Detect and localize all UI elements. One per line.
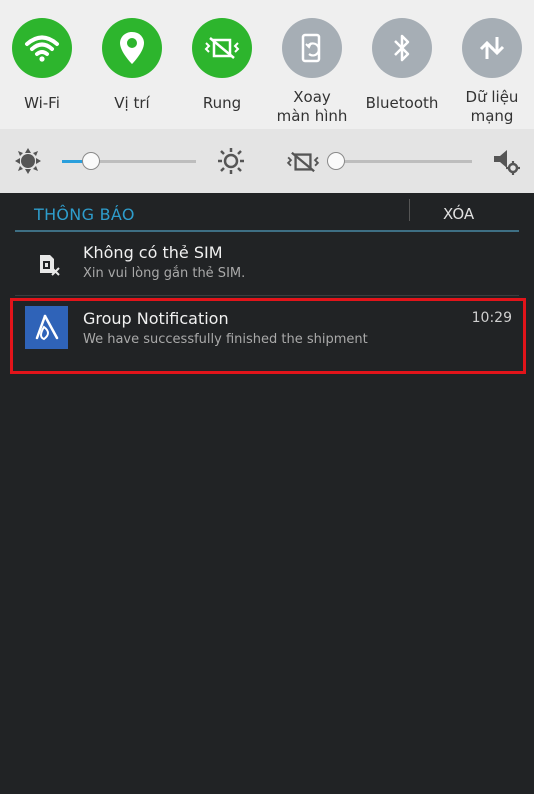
volume-slider-track[interactable]	[334, 160, 472, 163]
notification-subtitle: Xin vui lòng gắn thẻ SIM.	[83, 266, 246, 281]
highlight-box	[10, 298, 526, 374]
no-sim-icon	[40, 255, 60, 276]
vibrate-icon	[204, 37, 240, 59]
notification-title: Không có thẻ SIM	[83, 243, 223, 262]
vibrate-label: Rung	[202, 94, 242, 112]
location-toggle[interactable]: Vị trí	[87, 18, 177, 113]
vibrate-tile-circle	[192, 18, 252, 78]
slider-row	[0, 129, 534, 193]
mobile-data-label: Dữ liệu mạng	[465, 88, 519, 125]
header-underline	[15, 230, 519, 232]
wifi-icon	[25, 35, 59, 62]
rotate-icon	[301, 33, 321, 63]
sound-settings-icon[interactable]	[492, 147, 522, 177]
bluetooth-toggle[interactable]: Bluetooth	[357, 18, 447, 113]
wifi-label: Wi-Fi	[24, 94, 60, 112]
rotate-toggle[interactable]: Xoay màn hình	[267, 18, 357, 126]
bluetooth-label: Bluetooth	[365, 94, 439, 112]
mobile-data-icon	[479, 37, 505, 59]
brightness-low-icon	[15, 148, 41, 174]
mobile-data-toggle[interactable]: Dữ liệu mạng	[447, 18, 534, 126]
volume-slider-thumb[interactable]	[327, 152, 345, 170]
notification-divider	[15, 295, 519, 296]
notifications-title: THÔNG BÁO	[34, 205, 135, 224]
brightness-slider-thumb[interactable]	[82, 152, 101, 170]
wifi-toggle[interactable]: Wi-Fi	[0, 18, 87, 113]
header-divider	[409, 199, 410, 221]
notification-no-sim[interactable]: Không có thẻ SIM Xin vui lòng gắn thẻ SI…	[15, 235, 519, 293]
location-icon	[120, 32, 144, 64]
quick-settings-panel: Wi-Fi Vị trí Rung Xoay màn hình Bluetoot…	[0, 0, 534, 193]
vibrate-toggle[interactable]: Rung	[177, 18, 267, 113]
wifi-tile-circle	[12, 18, 72, 78]
location-tile-circle	[102, 18, 162, 78]
rotate-tile-circle	[282, 18, 342, 78]
brightness-high-icon	[218, 148, 244, 174]
clear-all-button[interactable]: XÓA	[443, 205, 474, 223]
bluetooth-icon	[394, 34, 410, 62]
mobile-data-tile-circle	[462, 18, 522, 78]
location-label: Vị trí	[114, 94, 150, 112]
vibrate-mode-icon[interactable]	[286, 149, 320, 175]
bluetooth-tile-circle	[372, 18, 432, 78]
rotate-label: Xoay màn hình	[276, 88, 348, 125]
notifications-header: THÔNG BÁO XÓA	[0, 193, 534, 233]
